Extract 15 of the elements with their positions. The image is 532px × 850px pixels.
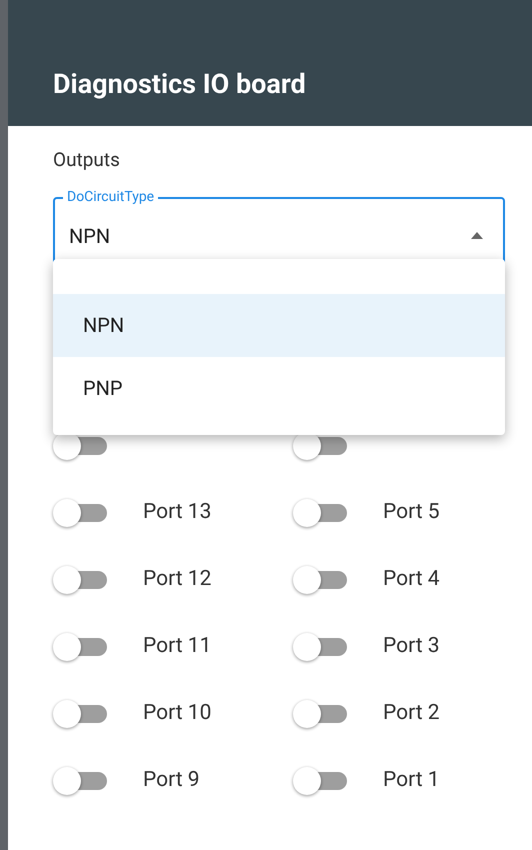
- toggle-label: Port 10: [143, 700, 212, 728]
- toggle-label: Port 2: [383, 700, 440, 728]
- section-title: Outputs: [53, 148, 120, 171]
- header-title: Diagnostics IO board: [53, 66, 306, 102]
- toggle-label: Port 1: [383, 767, 440, 794]
- toggle-label: Port 4: [383, 566, 440, 594]
- toggle-label: Port 5: [383, 499, 440, 526]
- menu-option[interactable]: PNP: [53, 356, 505, 420]
- toggle-label: Port 9: [143, 767, 200, 794]
- toggle-label: Port 11: [143, 633, 212, 660]
- toggle-label: Port 12: [143, 566, 212, 594]
- toggle-label: Port 13: [143, 499, 212, 526]
- toggle-label: Port 3: [383, 633, 440, 660]
- menu-option[interactable]: NPN: [53, 294, 505, 356]
- select-value: NPN: [69, 222, 110, 250]
